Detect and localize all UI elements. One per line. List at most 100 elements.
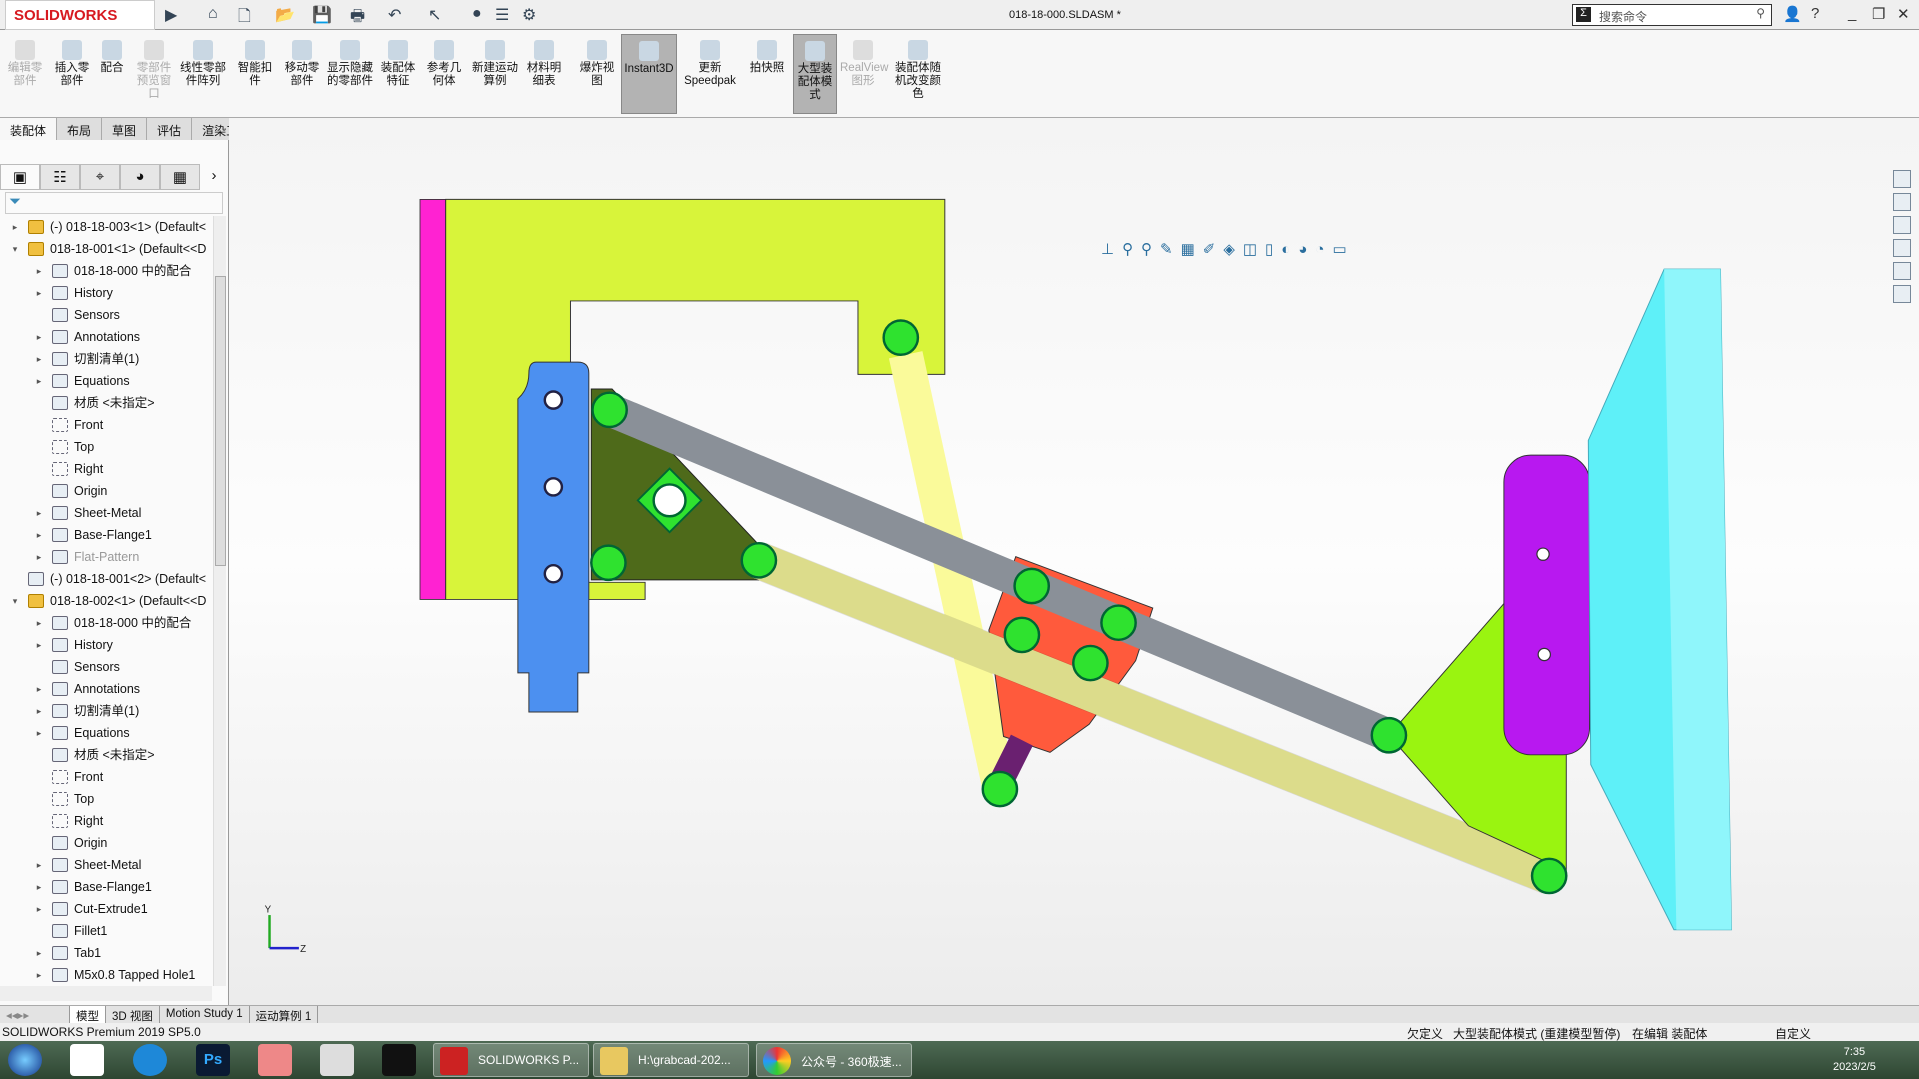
rebuild-icon[interactable]: ● [472,5,482,23]
expand-toggle-icon[interactable]: ▸ [34,546,44,568]
ribbon-button-0[interactable]: 编辑零部件 [6,34,44,88]
ribbon-button-17[interactable]: RealView图形 [840,34,888,88]
expand-toggle-icon[interactable]: ▸ [34,964,44,986]
tree-item[interactable]: ▸ History [0,282,212,304]
heads-up-view-toolbar[interactable]: ⊥⚲⚲✎▦✐◈◫▯◐◕◔▭ [1101,240,1355,258]
search-icon[interactable]: ⚲ [1756,6,1765,20]
expand-toggle-icon[interactable]: ▸ [34,876,44,898]
help-icon[interactable]: ? [1811,5,1819,22]
ribbon-button-1[interactable]: 插入零部件 [50,34,94,88]
expand-toggle-icon[interactable]: ▸ [10,216,20,238]
expand-menu-icon[interactable]: ▶ [165,5,177,25]
tree-item[interactable]: ▸ Sheet-Metal [0,502,212,524]
tree-item[interactable]: (-) 018-18-001<2> (Default< [0,568,212,590]
tree-item[interactable]: 材质 <未指定> [0,744,212,766]
tree-item[interactable]: ▸ M5x0.8 Tapped Hole1 [0,964,212,986]
expand-toggle-icon[interactable]: ▸ [34,634,44,656]
expand-toggle-icon[interactable]: ▸ [34,348,44,370]
tree-item[interactable]: ▸ Base-Flange1 [0,524,212,546]
clock[interactable]: 7:35 2023/2/5 [1833,1045,1876,1075]
open-icon[interactable]: 📂 [275,5,295,25]
ribbon-button-8[interactable]: 装配体特征 [376,34,420,88]
save-icon[interactable]: 💾 [312,5,332,25]
tree-item[interactable]: ▸ Equations [0,722,212,744]
search-commands-input[interactable]: Σ 搜索命令 ⚲ [1572,4,1772,26]
minimize-button[interactable]: _ [1848,5,1856,22]
tree-item[interactable]: 材质 <未指定> [0,392,212,414]
expand-toggle-icon[interactable]: ▸ [34,502,44,524]
tab-scroll-arrows[interactable]: ◂◂▸▸ [0,1006,70,1023]
tree-item[interactable]: ▸ History [0,634,212,656]
ribbon-button-12[interactable]: 爆炸视图 [575,34,619,88]
taskbar-explorer[interactable]: H:\grabcad-202... [593,1043,749,1077]
tree-item[interactable]: ▸ 切割清单(1) [0,700,212,722]
tree-item[interactable]: ▸ Annotations [0,326,212,348]
expand-toggle-icon[interactable]: ▾ [10,590,20,612]
view-palette-icon[interactable] [1893,239,1911,257]
photoshop-icon[interactable]: Ps [196,1044,230,1076]
appearances-icon[interactable] [1893,262,1911,280]
new-document-icon[interactable]: 🗋 [238,5,251,32]
undo-icon[interactable]: ↶ [388,5,401,25]
ribbon-button-16[interactable]: 大型装配体模式 [793,34,837,114]
tree-item[interactable]: ▾ 018-18-001<1> (Default<<D [0,238,212,260]
ribbon-button-5[interactable]: 智能扣件 [237,34,273,88]
ribbon-button-9[interactable]: 参考几何体 [422,34,466,88]
tree-item[interactable]: Front [0,766,212,788]
command-tab-3[interactable]: 评估 [147,118,193,140]
command-tab-1[interactable]: 布局 [57,118,103,140]
expand-toggle-icon[interactable]: ▸ [34,260,44,282]
command-tab-0[interactable]: 装配体 [0,118,58,140]
file-properties-icon[interactable]: ☰ [495,5,509,25]
browser-icon[interactable] [133,1044,167,1076]
featuremanager-tab[interactable]: ▣ [0,164,40,190]
solidworks-logo[interactable]: SOLIDWORKS [5,0,155,30]
bottom-tab-0[interactable]: 模型 [70,1006,106,1023]
tree-item[interactable]: ▸ Sheet-Metal [0,854,212,876]
tree-item[interactable]: Origin [0,832,212,854]
task-pane-tabs[interactable] [1893,170,1915,308]
tree-item[interactable]: Front [0,414,212,436]
expand-toggle-icon[interactable]: ▸ [34,612,44,634]
obs-icon[interactable] [382,1044,416,1076]
filter-icon[interactable]: ⏷ [5,192,223,214]
tree-item[interactable]: Sensors [0,656,212,678]
tree-item[interactable]: ▸ Tab1 [0,942,212,964]
tree-item[interactable]: Top [0,788,212,810]
expand-toggle-icon[interactable]: ▸ [34,898,44,920]
expand-toggle-icon[interactable]: ▸ [34,722,44,744]
tree-item[interactable]: Origin [0,480,212,502]
tree-item[interactable]: ▸ (-) 018-18-003<1> (Default< [0,216,212,238]
design-library-icon[interactable] [1893,193,1911,211]
ribbon-button-11[interactable]: 材料明细表 [522,34,566,88]
expand-toggle-icon[interactable]: ▸ [34,370,44,392]
tree-item[interactable]: ▸ Flat-Pattern [0,546,212,568]
propertymanager-tab[interactable]: ☷ [40,164,80,190]
user-icon[interactable]: 👤 [1783,5,1802,23]
tree-item[interactable]: ▸ Annotations [0,678,212,700]
tree-item[interactable]: Sensors [0,304,212,326]
tree-item[interactable]: ▸ 切割清单(1) [0,348,212,370]
start-button[interactable] [8,1044,42,1076]
restore-button[interactable]: ❐ [1872,5,1885,23]
ribbon-button-3[interactable]: 零部件预览窗口 [135,34,173,101]
ribbon-button-4[interactable]: 线性零部件阵列 [176,34,230,88]
units-selector[interactable]: 自定义 [1775,1025,1811,1042]
bottom-tab-2[interactable]: Motion Study 1 [160,1006,250,1023]
tree-item[interactable]: Fillet1 [0,920,212,942]
print-icon[interactable]: 🖶 [350,5,365,32]
tree-vertical-scrollbar[interactable] [213,216,226,986]
home-icon[interactable]: ⌂ [208,5,218,23]
tree-item[interactable]: ▸ Equations [0,370,212,392]
select-icon[interactable]: ↖ [428,5,441,25]
ribbon-button-13[interactable]: Instant3D [621,34,677,114]
tree-item[interactable]: ▾ 018-18-002<1> (Default<<D [0,590,212,612]
bottom-tab-1[interactable]: 3D 视图 [106,1006,160,1023]
ribbon-button-14[interactable]: 更新Speedpak [680,34,740,88]
configurationmanager-tab[interactable]: ⌖ [80,164,120,190]
tree-item[interactable]: Top [0,436,212,458]
expand-toggle-icon[interactable]: ▸ [34,854,44,876]
options-gear-icon[interactable]: ⚙ [522,5,536,25]
app-icon[interactable] [258,1044,292,1076]
ribbon-button-15[interactable]: 拍快照 [746,34,788,75]
